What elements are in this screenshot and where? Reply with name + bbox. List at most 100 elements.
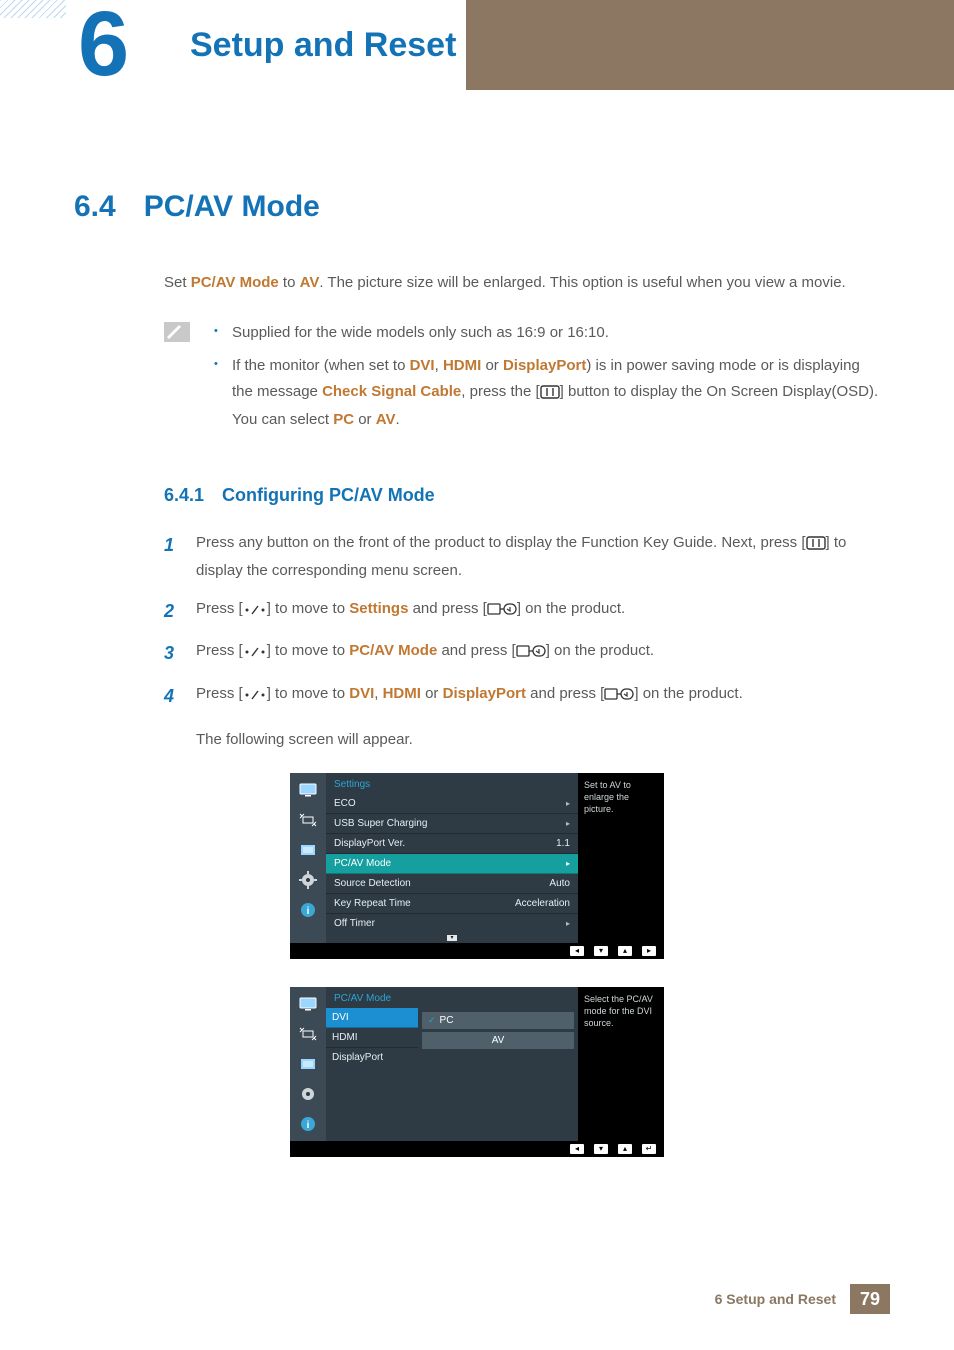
footer-chapter-label: 6 Setup and Reset <box>715 1291 836 1307</box>
osd-source-dvi: DVI <box>326 1008 418 1028</box>
hatch-decoration <box>0 0 66 18</box>
step-1: 1 Press any button on the front of the p… <box>164 530 880 584</box>
picture-icon <box>298 781 318 799</box>
osd-help-text: Set to AV to enlarge the picture. <box>578 773 664 943</box>
step-3: 3 Press [] to move to PC/AV Mode and pre… <box>164 638 880 669</box>
osd-sidebar: i <box>290 773 326 943</box>
intro-paragraph: Set PC/AV Mode to AV. The picture size w… <box>164 270 880 296</box>
displayport-label: DisplayPort <box>443 685 526 702</box>
text: ] on the product. <box>546 642 654 659</box>
nav-down-icon: ▾ <box>594 1144 608 1154</box>
list-icon <box>298 1055 318 1073</box>
note-item-2: If the monitor (when set to DVI, HDMI or… <box>214 353 880 433</box>
note-text: If the monitor (when set to <box>232 357 410 374</box>
step-number: 1 <box>164 530 182 584</box>
label: AV <box>492 1035 505 1046</box>
label: PC <box>440 1015 454 1026</box>
av-label: AV <box>376 411 396 428</box>
value: Acceleration <box>515 898 570 909</box>
step-text: Press [] to move to PC/AV Mode and press… <box>196 638 654 669</box>
gear-icon <box>298 871 318 889</box>
intro-text: Set <box>164 274 191 291</box>
section-number: 6.4 <box>74 190 116 224</box>
text: and press [ <box>437 642 515 659</box>
step-4: 4 Press [] to move to DVI, HDMI or Displ… <box>164 681 880 712</box>
step-text: Press [] to move to DVI, HDMI or Display… <box>196 681 743 712</box>
note-list: Supplied for the wide models only such a… <box>214 320 880 441</box>
svg-text:i: i <box>307 1120 310 1131</box>
footer-page-number: 79 <box>850 1284 890 1314</box>
label: DisplayPort Ver. <box>334 838 405 849</box>
osd-option-av: AV <box>422 1032 574 1049</box>
gear-icon <box>298 1085 318 1103</box>
text: and press [ <box>408 600 486 617</box>
note-text: or <box>481 357 503 374</box>
osd-source-hdmi: HDMI <box>326 1028 418 1048</box>
osd-nav-bar: ◂ ▾ ▴ ↵ <box>290 1141 664 1157</box>
hdmi-label: HDMI <box>383 685 421 702</box>
label: HDMI <box>332 1032 358 1043</box>
osd-row-sourcedet: Source DetectionAuto <box>326 874 578 894</box>
intro-text: to <box>279 274 300 291</box>
text: ] on the product. <box>517 600 625 617</box>
osd-row-offtimer: Off Timer ▸ <box>326 914 578 933</box>
nav-down-icon: ▾ <box>594 946 608 956</box>
step-text: Press [] to move to Settings and press [… <box>196 596 625 627</box>
label: DVI <box>332 1012 349 1023</box>
text: ] to move to <box>267 685 350 702</box>
step-number: 4 <box>164 681 182 712</box>
steps-list: 1 Press any button on the front of the p… <box>164 530 880 712</box>
osd-row-eco: ECO▸ <box>326 794 578 814</box>
step-number: 3 <box>164 638 182 669</box>
page-footer: 6 Setup and Reset 79 <box>0 1284 954 1314</box>
note-text: . <box>395 411 399 428</box>
osd-screenshots: i Settings ECO▸ USB Super Charging▸ Disp… <box>290 773 664 1157</box>
note-icon <box>164 322 190 342</box>
check-signal-cable-label: Check Signal Cable <box>322 383 461 400</box>
text: or <box>421 685 443 702</box>
page-content: 6.4 PC/AV Mode Set PC/AV Mode to AV. The… <box>74 190 880 1185</box>
menu-button-icon <box>540 382 560 408</box>
osd-source-displayport: DisplayPort <box>326 1048 418 1067</box>
osd-title: PC/AV Mode <box>326 987 578 1008</box>
osd-main-panel: Settings ECO▸ USB Super Charging▸ Displa… <box>326 773 578 943</box>
osd-row-dpver: DisplayPort Ver.1.1 <box>326 834 578 854</box>
osd-settings: i Settings ECO▸ USB Super Charging▸ Disp… <box>290 773 664 959</box>
osd-source-list: DVI HDMI DisplayPort <box>326 1008 418 1095</box>
label: Off Timer <box>334 918 375 929</box>
header-left: 6 Setup and Reset <box>0 0 466 90</box>
note-text: or <box>354 411 376 428</box>
following-screen-text: The following screen will appear. <box>196 727 880 753</box>
chapter-title: Setup and Reset <box>190 26 456 65</box>
label: Key Repeat Time <box>334 898 411 909</box>
nav-left-icon: ◂ <box>570 946 584 956</box>
settings-label: Settings <box>349 600 408 617</box>
step-2: 2 Press [] to move to Settings and press… <box>164 596 880 627</box>
intro-pcavmode: PC/AV Mode <box>191 274 279 291</box>
label: USB Super Charging <box>334 818 427 829</box>
chapter-number: 6 <box>78 0 129 90</box>
dot-slash-dot-icon <box>243 684 267 710</box>
subsection-title: Configuring PC/AV Mode <box>222 485 435 506</box>
arrow-right-icon: ▸ <box>566 859 570 868</box>
nav-left-icon: ◂ <box>570 1144 584 1154</box>
arrow-right-icon: ▸ <box>566 819 570 828</box>
hdmi-label: HDMI <box>443 357 481 374</box>
dot-slash-dot-icon <box>243 599 267 625</box>
select-enter-icon <box>516 641 546 667</box>
text: ] on the product. <box>634 685 742 702</box>
osd-row-pcavmode: PC/AV Mode▸ <box>326 854 578 874</box>
osd-row-keyrepeat: Key Repeat Time Acceleration <box>326 894 578 914</box>
text: , <box>374 685 382 702</box>
resize-icon <box>298 1025 318 1043</box>
osd-sidebar: i <box>290 987 326 1141</box>
text: Press [ <box>196 685 243 702</box>
list-icon <box>298 841 318 859</box>
note-item-1: Supplied for the wide models only such a… <box>214 320 880 346</box>
pcavmode-label: PC/AV Mode <box>349 642 437 659</box>
nav-right-icon: ▸ <box>642 946 656 956</box>
note-text: Supplied for the wide models only such a… <box>232 324 609 341</box>
text: ] to move to <box>267 642 350 659</box>
arrow-right-icon: ▸ <box>566 919 570 928</box>
picture-icon <box>298 995 318 1013</box>
